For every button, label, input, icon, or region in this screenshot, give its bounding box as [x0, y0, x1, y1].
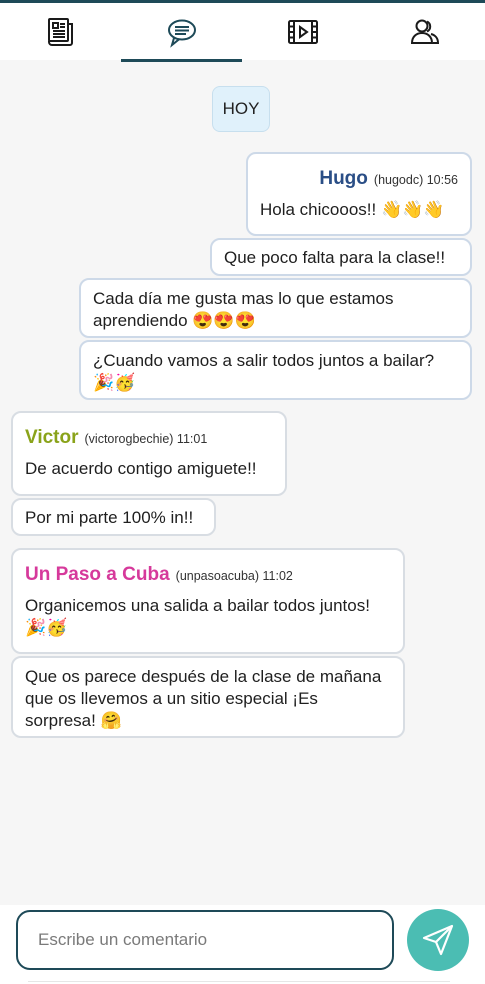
sender-name[interactable]: Victor	[25, 427, 79, 449]
tab-bar	[0, 3, 485, 62]
message-text: De acuerdo contigo amiguete!!	[25, 459, 257, 478]
message-text: Hola chicooos!! 👋👋👋	[260, 200, 445, 219]
message-bubble-victor-2: Por mi parte 100% in!!	[11, 498, 216, 536]
message-text: Que poco falta para la clase!!	[224, 248, 446, 267]
tab-people[interactable]	[364, 3, 485, 60]
message-bubble-victor-1: Victor (victorogbechie) 11:01 De acuerdo…	[11, 411, 287, 496]
message-bubble-hugo-3: Cada día me gusta mas lo que estamos apr…	[79, 278, 472, 338]
bottom-divider	[28, 981, 450, 982]
sender-meta: (hugodc) 10:56	[373, 173, 458, 187]
active-tab-indicator	[121, 59, 242, 62]
message-bubble-hugo-4: ¿Cuando vamos a salir todos juntos a bai…	[79, 340, 472, 400]
message-text: Que os parece después de la clase de mañ…	[25, 667, 382, 730]
message-text: ¿Cuando vamos a salir todos juntos a bai…	[93, 351, 435, 392]
message-text: Cada día me gusta mas lo que estamos apr…	[93, 289, 394, 330]
message-header: Hugo (hugodc) 10:56	[260, 168, 458, 191]
send-button[interactable]	[407, 909, 469, 971]
tab-video[interactable]	[242, 3, 363, 60]
message-bubble-hugo-1: Hugo (hugodc) 10:56 Hola chicooos!! 👋👋👋	[246, 152, 472, 236]
sender-name[interactable]: Hugo	[319, 168, 368, 190]
newspaper-icon	[47, 17, 73, 46]
message-bubble-cuba-1: Un Paso a Cuba (unpasoacuba) 11:02 Organ…	[11, 548, 405, 654]
send-icon	[422, 924, 454, 956]
date-chip: HOY	[212, 86, 270, 132]
comment-input[interactable]: Escribe un comentario	[16, 910, 394, 970]
message-text: Por mi parte 100% in!!	[25, 508, 194, 527]
comment-composer: Escribe un comentario	[0, 905, 485, 984]
message-text: Organicemos una salida a bailar todos ju…	[25, 596, 370, 637]
sender-meta: (victorogbechie) 11:01	[84, 432, 208, 446]
tab-news[interactable]	[0, 3, 121, 60]
message-header: Victor (victorogbechie) 11:01	[25, 427, 273, 450]
message-header: Un Paso a Cuba (unpasoacuba) 11:02	[25, 564, 391, 587]
message-bubble-hugo-2: Que poco falta para la clase!!	[210, 238, 472, 276]
people-icon	[410, 19, 439, 44]
video-icon	[287, 19, 318, 44]
sender-name[interactable]: Un Paso a Cuba	[25, 564, 170, 586]
tab-chat[interactable]	[121, 3, 242, 60]
chat-icon	[167, 19, 196, 48]
message-bubble-cuba-2: Que os parece después de la clase de mañ…	[11, 656, 405, 738]
sender-meta: (unpasoacuba) 11:02	[175, 569, 293, 583]
